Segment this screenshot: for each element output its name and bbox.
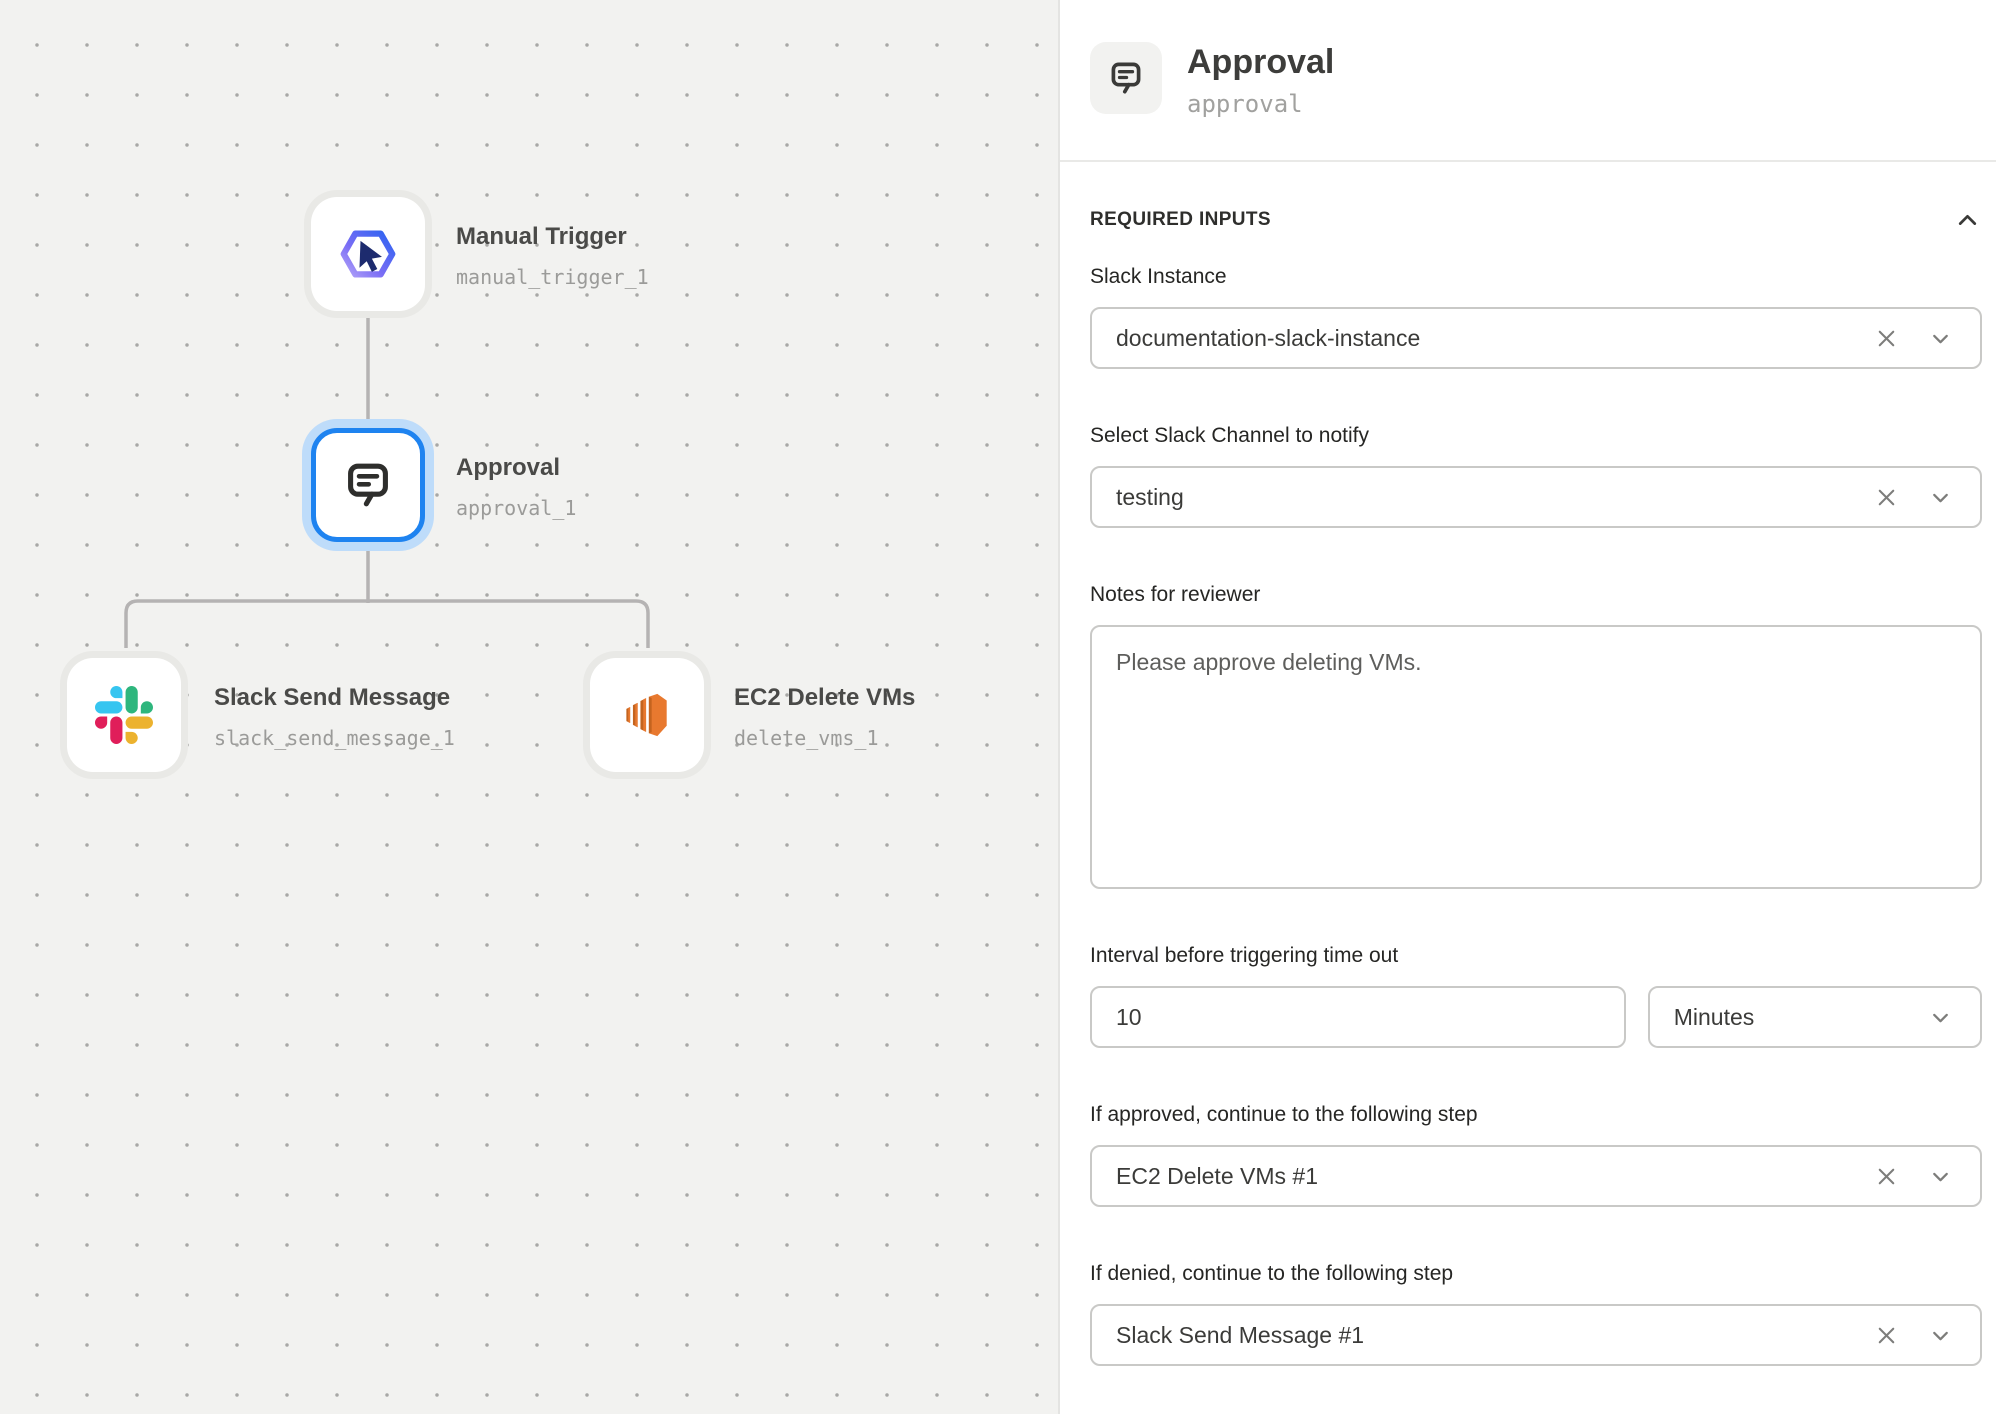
node-label-approval: Approval approval_1	[456, 453, 576, 521]
clear-x-icon	[1873, 325, 1900, 352]
dropdown-toggle[interactable]	[1920, 997, 1960, 1037]
slack-channel-select[interactable]: testing	[1090, 466, 1982, 528]
node-title: Manual Trigger	[456, 222, 649, 252]
field-label: Notes for reviewer	[1090, 583, 1982, 607]
node-label-slack-send-message: Slack Send Message slack_send_message_1	[214, 683, 455, 751]
node-manual-trigger[interactable]	[311, 197, 425, 311]
node-ec2-delete-vms[interactable]	[590, 658, 704, 772]
chevron-down-icon	[1927, 1004, 1954, 1031]
field-label: Interval before triggering time out	[1090, 944, 1982, 968]
panel-header-text: Approval approval	[1187, 42, 1334, 118]
clear-x-icon	[1873, 1163, 1900, 1190]
clear-button[interactable]	[1866, 1156, 1906, 1196]
clear-button[interactable]	[1866, 477, 1906, 517]
node-title: Approval	[456, 453, 576, 483]
interval-unit-select[interactable]: Minutes	[1648, 986, 1982, 1048]
selected-value: Slack Send Message #1	[1116, 1322, 1866, 1349]
section-title: REQUIRED INPUTS	[1090, 209, 1271, 231]
field-label: If approved, continue to the following s…	[1090, 1103, 1982, 1127]
chevron-down-icon	[1927, 325, 1954, 352]
node-label-ec2-delete-vms: EC2 Delete VMs delete_vms_1	[734, 683, 915, 751]
selected-value: testing	[1116, 484, 1866, 511]
panel-body: REQUIRED INPUTS Slack Instance documenta…	[1060, 162, 1996, 1366]
node-id: approval_1	[456, 495, 576, 521]
slack-icon	[95, 686, 153, 744]
interval-value-input[interactable]: 10	[1090, 986, 1626, 1048]
node-slack-send-message[interactable]	[67, 658, 181, 772]
clear-button[interactable]	[1866, 318, 1906, 358]
if-approved-select[interactable]: EC2 Delete VMs #1	[1090, 1145, 1982, 1207]
chevron-down-icon	[1927, 1322, 1954, 1349]
field-interval: Interval before triggering time out 10 M…	[1090, 944, 1982, 1048]
panel-header: Approval approval	[1060, 0, 1996, 162]
notes-text: Please approve deleting VMs.	[1116, 647, 1956, 677]
field-notes: Notes for reviewer Please approve deleti…	[1090, 583, 1982, 889]
node-approval[interactable]	[311, 428, 425, 542]
config-panel: Approval approval REQUIRED INPUTS Slack …	[1058, 0, 1996, 1414]
node-label-manual-trigger: Manual Trigger manual_trigger_1	[456, 222, 649, 290]
node-title: Slack Send Message	[214, 683, 455, 713]
field-slack-instance: Slack Instance documentation-slack-insta…	[1090, 265, 1982, 369]
field-if-denied: If denied, continue to the following ste…	[1090, 1262, 1982, 1366]
required-inputs-section-header: REQUIRED INPUTS	[1090, 207, 1982, 233]
selected-value: EC2 Delete VMs #1	[1116, 1163, 1866, 1190]
selected-value: Minutes	[1674, 1004, 1920, 1031]
field-label: Select Slack Channel to notify	[1090, 424, 1982, 448]
chevron-down-icon	[1927, 1163, 1954, 1190]
node-id: delete_vms_1	[734, 725, 915, 751]
panel-subtitle: approval	[1187, 90, 1334, 118]
node-title: EC2 Delete VMs	[734, 683, 915, 713]
dropdown-toggle[interactable]	[1920, 1156, 1960, 1196]
clear-x-icon	[1873, 484, 1900, 511]
slack-instance-select[interactable]: documentation-slack-instance	[1090, 307, 1982, 369]
node-id: manual_trigger_1	[456, 264, 649, 290]
notes-textarea[interactable]: Please approve deleting VMs.	[1090, 625, 1982, 889]
approval-icon	[1090, 42, 1162, 114]
ec2-icon	[617, 685, 677, 745]
clear-button[interactable]	[1866, 1315, 1906, 1355]
dropdown-toggle[interactable]	[1920, 477, 1960, 517]
field-if-approved: If approved, continue to the following s…	[1090, 1103, 1982, 1207]
selected-value: documentation-slack-instance	[1116, 325, 1866, 352]
interval-row: 10 Minutes	[1090, 986, 1982, 1048]
field-slack-channel: Select Slack Channel to notify testing	[1090, 424, 1982, 528]
chevron-down-icon	[1927, 484, 1954, 511]
field-label: If denied, continue to the following ste…	[1090, 1262, 1982, 1286]
dropdown-toggle[interactable]	[1920, 1315, 1960, 1355]
field-label: Slack Instance	[1090, 265, 1982, 289]
manual-trigger-icon	[337, 223, 399, 285]
clear-x-icon	[1873, 1322, 1900, 1349]
workflow-canvas[interactable]: Manual Trigger manual_trigger_1 Approval…	[0, 0, 1058, 1414]
node-id: slack_send_message_1	[214, 725, 455, 751]
dropdown-toggle[interactable]	[1920, 318, 1960, 358]
if-denied-select[interactable]: Slack Send Message #1	[1090, 1304, 1982, 1366]
chevron-up-icon	[1954, 207, 1981, 234]
panel-title: Approval	[1187, 42, 1334, 82]
approval-icon	[339, 456, 397, 514]
collapse-section-button[interactable]	[1952, 205, 1982, 235]
